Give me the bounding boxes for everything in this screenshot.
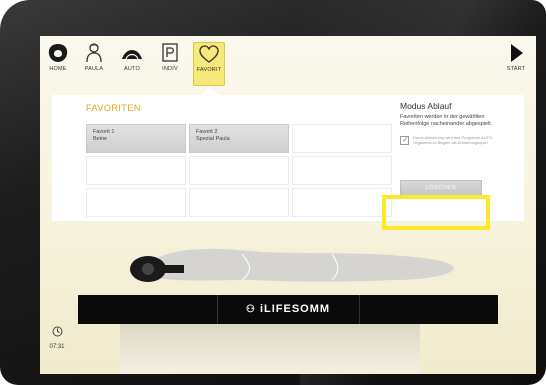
- heart-icon: [199, 45, 219, 63]
- favorite-slot-9[interactable]: [292, 188, 392, 217]
- platform-surface: [120, 324, 420, 374]
- favorite-slot-8[interactable]: [189, 188, 289, 217]
- delete-button-highlight: [382, 195, 490, 230]
- nav-indiv-label: INDIV: [162, 66, 178, 72]
- person-icon: [86, 43, 102, 63]
- session-timer: 07:31: [42, 324, 72, 350]
- bottom-left-segment[interactable]: [78, 295, 218, 324]
- delete-button[interactable]: LÖSCHEN: [400, 180, 482, 196]
- favorite-slot-2[interactable]: Favorit 2 Spezial Paula: [189, 124, 289, 153]
- home-icon: [48, 44, 68, 62]
- logo-mark-icon: ⚇: [245, 304, 256, 315]
- favorite-slot-1[interactable]: Favorit 1 Beine: [86, 124, 186, 153]
- brand-logo: ⚇ iLIFESOMM: [218, 295, 358, 324]
- favorites-grid: Favorit 1 Beine Favorit 2 Spezial Paula: [86, 124, 392, 220]
- favorite-slot-label: Favorit 2 Spezial Paula: [196, 129, 230, 142]
- clock-icon: [52, 326, 62, 337]
- active-tab-pointer: [201, 86, 219, 95]
- favorite-slot-7[interactable]: [86, 188, 186, 217]
- nav-paula-label: PAULA: [84, 66, 104, 72]
- timer-value: 07:31: [49, 344, 65, 350]
- auto-wave-icon: [122, 50, 142, 60]
- nav-home-button[interactable]: HOME: [42, 42, 74, 86]
- auto-option-row: ✓ Durch Aktivierung wird das Programm AU…: [400, 134, 510, 154]
- modus-title: Modus Ablauf: [400, 101, 452, 111]
- favorites-title: FAVORITEN: [86, 103, 141, 113]
- nav-auto-button[interactable]: AUTO: [116, 42, 148, 86]
- start-label: START: [506, 66, 526, 72]
- nav-auto-label: AUTO: [124, 66, 140, 72]
- top-navigation: HOME PAULA AUTO INDIV FAVORIT START: [40, 36, 536, 95]
- nav-favorit-label: FAVORIT: [196, 67, 222, 73]
- favorite-slot-4[interactable]: [86, 156, 186, 185]
- nav-favorit-button[interactable]: FAVORIT: [193, 42, 225, 86]
- bottom-control-bar: ⚇ iLIFESOMM: [78, 295, 498, 324]
- auto-option-checkbox[interactable]: ✓: [400, 135, 409, 145]
- brand-logo-segment: ⚇ iLIFESOMM: [218, 295, 360, 324]
- start-button[interactable]: START: [500, 42, 532, 86]
- favorite-slot-5[interactable]: [189, 156, 289, 185]
- checkmark-icon: ✓: [402, 135, 409, 144]
- program-p-icon: [162, 43, 178, 62]
- favorite-slot-3[interactable]: [292, 124, 392, 153]
- nav-home-label: HOME: [49, 66, 67, 72]
- play-icon: [511, 44, 523, 62]
- favorite-slot-6[interactable]: [292, 156, 392, 185]
- nav-indiv-button[interactable]: INDIV: [154, 42, 186, 86]
- modus-section: Modus Ablauf Favoriten werden in der gew…: [400, 101, 510, 154]
- bottom-right-segment[interactable]: [360, 295, 498, 324]
- nav-paula-button[interactable]: PAULA: [78, 42, 110, 86]
- brand-name: iLIFESOMM: [259, 303, 331, 315]
- auto-option-text: Durch Aktivierung wird das Programm AUTO…: [413, 135, 494, 145]
- modus-description: Favoriten werden in der gewählten Reihen…: [400, 114, 493, 127]
- favorite-slot-label: Favorit 1 Beine: [93, 129, 115, 142]
